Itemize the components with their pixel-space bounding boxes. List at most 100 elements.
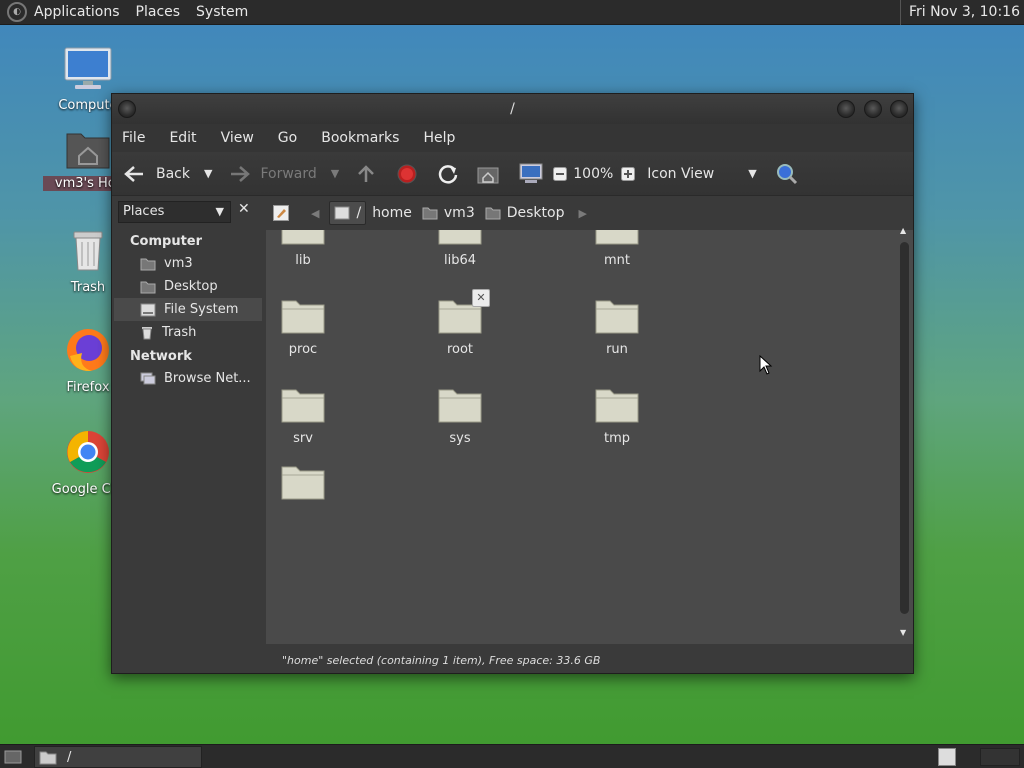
menu-edit[interactable]: Edit [169, 130, 196, 146]
system-menu[interactable]: System [196, 4, 248, 20]
file-item[interactable]: ↘lib [266, 230, 353, 269]
crumb-label: vm3 [443, 205, 475, 221]
menu-go[interactable]: Go [278, 130, 297, 146]
back-button[interactable]: Back [122, 159, 190, 189]
drive-icon [140, 303, 156, 316]
sidebar-item-file-system[interactable]: File System [114, 298, 262, 321]
menu-file[interactable]: File [122, 130, 145, 146]
forward-label: Forward [260, 165, 317, 182]
pathbar-scroll-left[interactable]: ◀ [311, 207, 319, 220]
file-item[interactable]: proc [266, 295, 353, 358]
forward-history-dropdown[interactable]: ▼ [331, 167, 339, 180]
folder-icon [438, 230, 482, 245]
zoom-in-icon[interactable] [621, 166, 636, 181]
file-item[interactable]: srv [266, 384, 353, 447]
crumb-root[interactable]: / [329, 201, 367, 225]
scroll-down-arrow[interactable]: ▼ [900, 628, 906, 637]
back-label: Back [156, 165, 190, 182]
forward-arrow-icon [231, 165, 251, 182]
vertical-scrollbar[interactable]: ▲ ▼ [898, 226, 910, 644]
workspace-switcher[interactable] [938, 748, 956, 766]
maximize-button[interactable] [864, 100, 882, 118]
view-mode-select[interactable]: Icon View [647, 166, 714, 182]
sidebar-item-browse-network[interactable]: Browse Net... [114, 367, 262, 390]
applications-menu[interactable]: Applications [34, 4, 120, 20]
up-arrow-icon[interactable] [355, 163, 377, 185]
computer-icon [64, 47, 112, 89]
taskbar-window-button[interactable]: / [34, 746, 202, 768]
sidebar-item-label: vm3 [164, 256, 193, 271]
mouse-cursor-icon [759, 355, 773, 375]
folder-icon [595, 230, 639, 245]
places-menu[interactable]: Places [136, 4, 181, 20]
sidebar-item-vm3[interactable]: vm3 [114, 252, 262, 275]
sidebar-item-label: File System [164, 302, 239, 317]
sidebar-section-network: Network [130, 349, 192, 364]
desktop-folder-icon [140, 281, 156, 293]
file-item[interactable]: ↘lib64 [410, 230, 510, 269]
scroll-thumb[interactable] [900, 242, 909, 614]
menu-help[interactable]: Help [423, 130, 455, 146]
file-manager-window: / File Edit View Go Bookmarks Help Back … [111, 93, 914, 674]
home-folder-icon [66, 133, 110, 169]
crumb-label: / [356, 205, 362, 221]
pathbar-scroll-right[interactable]: ▶ [578, 207, 586, 220]
folder-icon [281, 230, 325, 245]
stop-icon[interactable] [397, 164, 417, 184]
clock[interactable]: Fri Nov 3, 10:16 [899, 0, 1020, 25]
pathbar: ◀ / home vm3 Desktop ▶ [267, 198, 912, 228]
computer-icon[interactable] [519, 163, 543, 185]
file-item[interactable] [266, 461, 353, 518]
trash-icon [142, 326, 152, 339]
edit-location-icon[interactable] [273, 205, 289, 221]
desktop-folder-icon [485, 207, 501, 220]
trash-icon [73, 231, 103, 271]
firefox-icon [67, 329, 109, 372]
file-icon-view[interactable]: ↘binbootdevetchome↘lib↘lib64mntoptproc✕r… [266, 230, 913, 644]
zoom-out-icon[interactable] [553, 166, 568, 181]
search-icon[interactable] [775, 162, 799, 186]
sidebar-type-select[interactable]: Places ▼ [118, 201, 231, 223]
crumb-home[interactable]: home [368, 201, 416, 225]
file-name: srv [293, 431, 313, 446]
window-titlebar[interactable]: / [112, 94, 913, 124]
no-access-emblem-icon: ✕ [472, 289, 490, 307]
crumb-label: home [372, 205, 412, 221]
crumb-vm3[interactable]: vm3 [418, 201, 479, 225]
window-title: / [510, 101, 515, 117]
workspace-2[interactable] [980, 748, 1020, 766]
home-folder-icon [422, 207, 438, 220]
view-mode-dropdown-arrow[interactable]: ▼ [748, 167, 756, 180]
file-name: lib [295, 253, 311, 268]
folder-icon [595, 389, 639, 423]
back-history-dropdown[interactable]: ▼ [204, 167, 212, 180]
zoom-level: 100% [573, 165, 614, 182]
network-icon [140, 372, 156, 384]
forward-button[interactable]: Forward [228, 159, 317, 189]
close-sidebar-icon[interactable]: ✕ [238, 201, 250, 217]
file-item[interactable]: sys [410, 384, 510, 447]
statusbar: "home" selected (containing 1 item), Fre… [282, 654, 601, 667]
close-button[interactable] [890, 100, 908, 118]
reload-icon[interactable] [437, 163, 459, 185]
sidebar-item-desktop[interactable]: Desktop [114, 275, 262, 298]
folder-icon [281, 300, 325, 334]
home-icon[interactable] [477, 164, 499, 184]
minimize-button[interactable] [837, 100, 855, 118]
crumb-desktop[interactable]: Desktop [481, 201, 569, 225]
menu-bookmarks[interactable]: Bookmarks [321, 130, 399, 146]
crumb-label: Desktop [506, 205, 565, 221]
folder-icon [438, 389, 482, 423]
menu-view[interactable]: View [221, 130, 254, 146]
window-menu-button[interactable] [118, 100, 136, 118]
file-item[interactable]: tmp [567, 384, 667, 447]
gnome-foot-icon[interactable]: ◐ [7, 2, 27, 22]
file-item[interactable]: run [567, 295, 667, 358]
file-item[interactable]: mnt [567, 230, 667, 269]
file-name: proc [288, 342, 318, 357]
menubar: File Edit View Go Bookmarks Help [112, 124, 913, 152]
scroll-up-arrow[interactable]: ▲ [900, 226, 906, 235]
show-desktop-icon[interactable] [4, 748, 22, 766]
file-item[interactable]: ✕ root [410, 289, 510, 358]
sidebar-item-trash[interactable]: Trash [114, 321, 262, 344]
